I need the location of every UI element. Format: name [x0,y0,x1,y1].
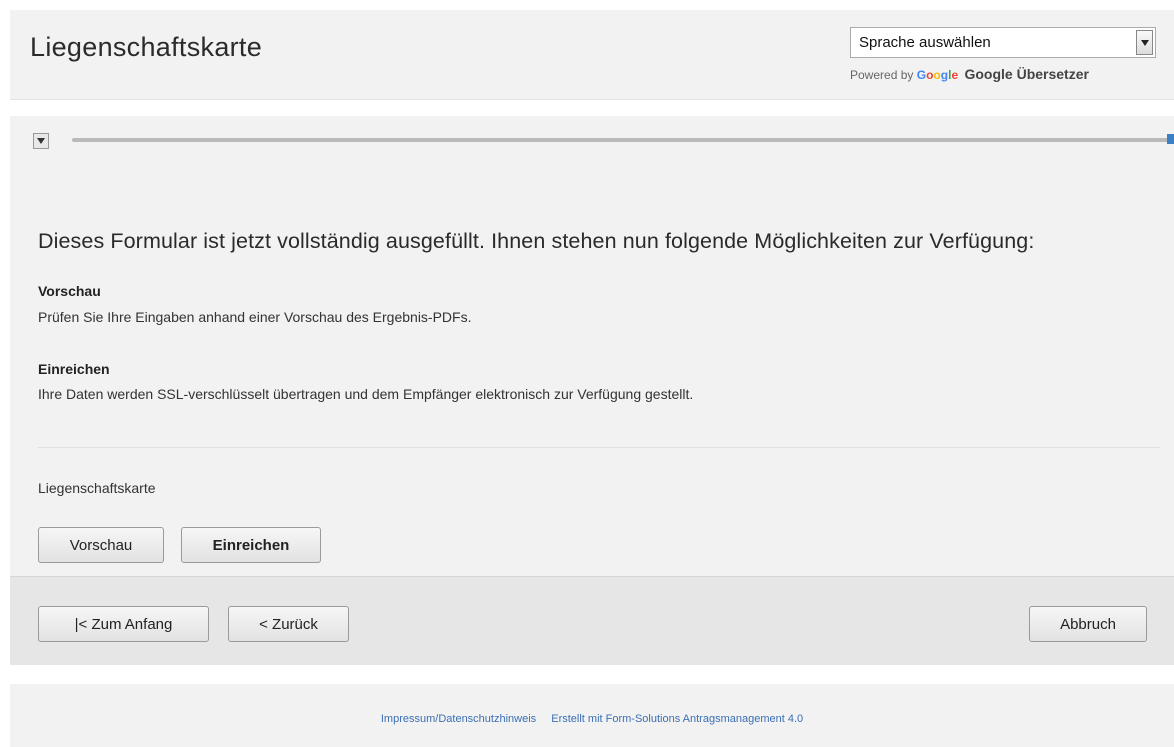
navigation-bar: |< Zum Anfang < Zurück Abbruch [10,576,1174,665]
language-select-value: Sprache auswählen [859,34,991,51]
preview-option-description: Prüfen Sie Ihre Eingaben anhand einer Vo… [38,309,472,325]
google-logo: Google [916,68,959,82]
form-name-label: Liegenschaftskarte [38,480,156,496]
form-completion-panel: Dieses Formular ist jetzt vollständig au… [10,116,1174,576]
back-button[interactable]: < Zurück [228,606,349,642]
divider [38,447,1160,448]
language-select[interactable]: Sprache auswählen [850,27,1156,58]
powered-by-google: Powered by Google Google Übersetzer [850,66,1089,82]
submit-button[interactable]: Einreichen [181,527,321,563]
completion-heading: Dieses Formular ist jetzt vollständig au… [38,229,1035,253]
cancel-button[interactable]: Abbruch [1029,606,1147,642]
submit-option-title: Einreichen [38,361,110,377]
preview-option-title: Vorschau [38,283,101,299]
page-title: Liegenschaftskarte [30,32,263,62]
chevron-down-icon [37,138,45,144]
progress-bar [72,138,1174,142]
imprint-privacy-link[interactable]: Impressum/Datenschutzhinweis [381,713,536,725]
google-translate-link[interactable]: Google Übersetzer [964,66,1088,82]
first-page-button[interactable]: |< Zum Anfang [38,606,209,642]
footer-links: Impressum/Datenschutzhinweis Erstellt mi… [10,713,1174,725]
preview-button[interactable]: Vorschau [38,527,164,563]
page-header: Liegenschaftskarte Sprache auswählen Pow… [10,10,1174,100]
powered-by-label: Powered by [850,68,914,82]
page-footer: Impressum/Datenschutzhinweis Erstellt mi… [10,684,1174,747]
collapse-toggle-button[interactable] [33,133,49,149]
form-solutions-link[interactable]: Erstellt mit Form-Solutions Antragsmanag… [551,713,803,725]
dropdown-arrow-icon[interactable] [1136,30,1153,55]
progress-marker [1167,134,1174,144]
submit-option-description: Ihre Daten werden SSL-verschlüsselt über… [38,386,694,402]
